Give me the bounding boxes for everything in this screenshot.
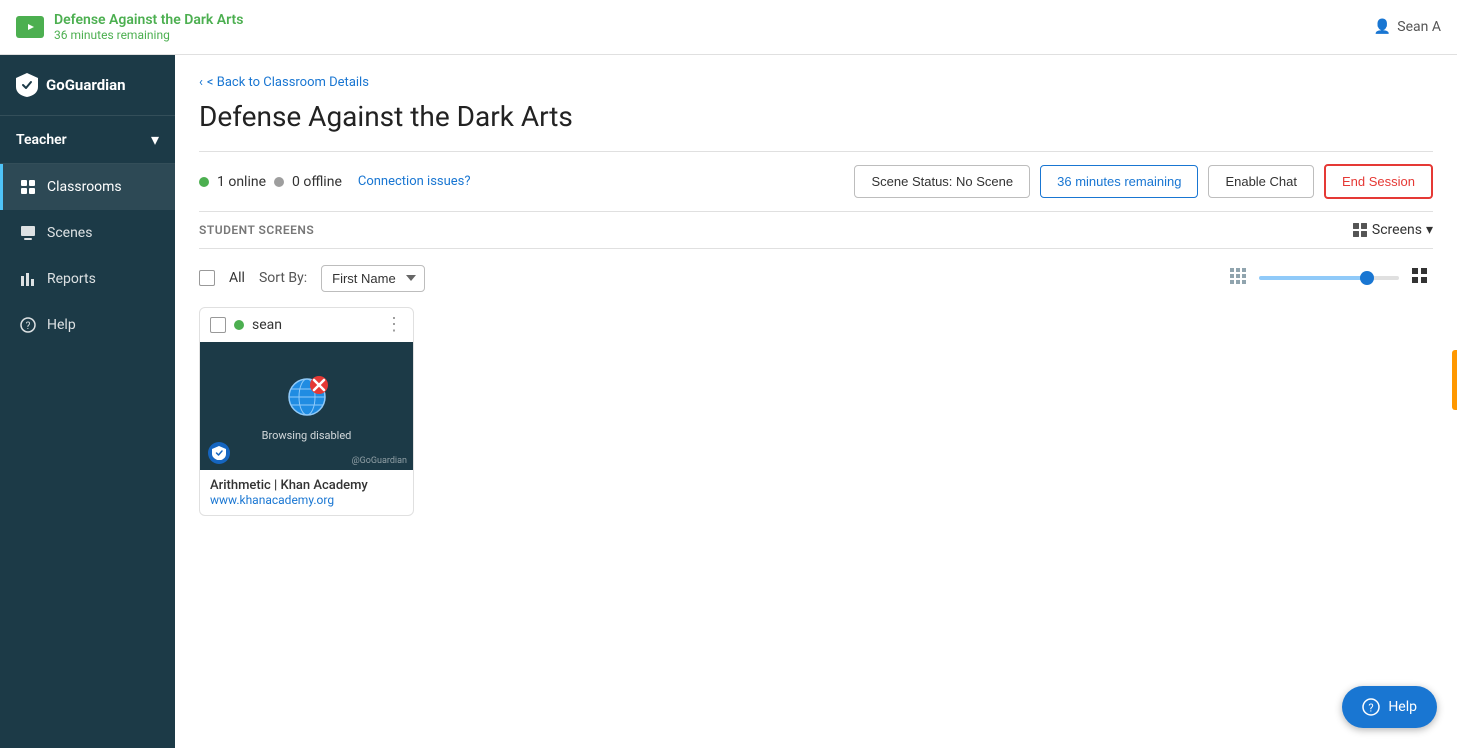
- student-menu-button[interactable]: ⋮: [385, 316, 403, 334]
- screens-header: STUDENT SCREENS Screens ▾: [199, 212, 1433, 249]
- time-remaining-button[interactable]: 36 minutes remaining: [1040, 165, 1198, 198]
- student-checkbox[interactable]: [210, 317, 226, 333]
- offline-count: 0 offline: [292, 174, 342, 190]
- help-fab-label: Help: [1388, 699, 1417, 715]
- online-indicator: [199, 177, 209, 187]
- topbar-left: Defense Against the Dark Arts 36 minutes…: [16, 12, 243, 42]
- sidebar-logo-text: GoGuardian: [46, 76, 126, 94]
- topbar-subtitle: 36 minutes remaining: [54, 28, 243, 42]
- orange-accent-bar: [1452, 350, 1457, 410]
- sidebar-item-reports[interactable]: Reports: [0, 256, 175, 302]
- sidebar: GoGuardian Teacher ▾ Classrooms Scenes R…: [0, 55, 175, 748]
- online-count: 1 online: [217, 174, 266, 190]
- classrooms-icon: [19, 178, 37, 196]
- student-screen[interactable]: Browsing disabled @GoGuardian: [200, 342, 413, 470]
- select-all-checkbox[interactable]: [199, 270, 215, 286]
- sidebar-item-scenes[interactable]: Scenes: [0, 210, 175, 256]
- sidebar-logo: GoGuardian: [0, 55, 175, 116]
- content-area: ‹ < Back to Classroom Details Defense Ag…: [175, 55, 1457, 748]
- status-bar-right: Scene Status: No Scene 36 minutes remain…: [854, 164, 1433, 199]
- student-name: sean: [252, 317, 282, 333]
- student-online-dot: [234, 320, 244, 330]
- back-to-classroom-link[interactable]: ‹ < Back to Classroom Details: [199, 75, 1433, 90]
- connection-issues-link[interactable]: Connection issues?: [358, 174, 471, 189]
- topbar: Defense Against the Dark Arts 36 minutes…: [0, 0, 1457, 55]
- scene-status-button[interactable]: Scene Status: No Scene: [854, 165, 1030, 198]
- topbar-right: 👤 Sean A: [1374, 19, 1441, 35]
- svg-text:?: ?: [26, 321, 31, 332]
- student-card-header: sean ⋮: [200, 308, 413, 342]
- topbar-title: Defense Against the Dark Arts: [54, 12, 243, 28]
- content-inner: ‹ < Back to Classroom Details Defense Ag…: [175, 55, 1457, 536]
- sort-select[interactable]: First Name Last Name: [321, 265, 425, 292]
- size-slider[interactable]: [1259, 276, 1399, 280]
- scenes-label: Scenes: [47, 225, 92, 241]
- student-card: sean ⋮: [199, 307, 414, 516]
- enable-chat-button[interactable]: Enable Chat: [1208, 165, 1314, 198]
- student-screens-label: STUDENT SCREENS: [199, 223, 314, 237]
- classrooms-label: Classrooms: [47, 179, 122, 195]
- reports-label: Reports: [47, 271, 96, 287]
- browsing-disabled-text: Browsing disabled: [262, 429, 352, 442]
- chevron-left-icon: ‹: [199, 75, 203, 90]
- sidebar-teacher-dropdown[interactable]: Teacher ▾: [0, 116, 175, 164]
- screens-dropdown[interactable]: Screens ▾: [1352, 222, 1433, 238]
- screens-dropdown-label: Screens: [1372, 222, 1422, 238]
- sidebar-teacher-label: Teacher: [16, 132, 67, 148]
- svg-text:?: ?: [1369, 702, 1374, 715]
- page-title: Defense Against the Dark Arts: [199, 100, 1433, 133]
- topbar-session-info: Defense Against the Dark Arts 36 minutes…: [54, 12, 243, 42]
- gg-watermark: @GoGuardian: [352, 456, 407, 466]
- screens-chevron-icon: ▾: [1426, 222, 1433, 238]
- sidebar-item-help[interactable]: ? Help: [0, 302, 175, 348]
- help-fab-button[interactable]: ? Help: [1342, 686, 1437, 728]
- view-controls: [1225, 263, 1433, 293]
- student-card-footer: Arithmetic | Khan Academy www.khanacadem…: [200, 470, 413, 515]
- students-grid: sean ⋮: [199, 307, 1433, 516]
- gg-badge: [208, 442, 230, 464]
- help-label: Help: [47, 317, 76, 333]
- topbar-username: Sean A: [1397, 19, 1441, 35]
- help-icon: ?: [19, 316, 37, 334]
- end-session-button[interactable]: End Session: [1324, 164, 1433, 199]
- grid-view-small-button[interactable]: [1225, 263, 1251, 293]
- student-site-url[interactable]: www.khanacademy.org: [210, 493, 403, 507]
- scenes-icon: [19, 224, 37, 242]
- grid-view-large-button[interactable]: [1407, 263, 1433, 293]
- student-card-left: sean: [210, 317, 282, 333]
- controls-bar: All Sort By: First Name Last Name: [199, 249, 1433, 307]
- chevron-down-icon: ▾: [151, 130, 159, 149]
- browsing-disabled-icon: [281, 371, 333, 423]
- status-bar: 1 online 0 offline Connection issues? Sc…: [199, 151, 1433, 212]
- back-link-text: < Back to Classroom Details: [207, 75, 369, 90]
- user-icon: 👤: [1374, 19, 1391, 35]
- sidebar-item-classrooms[interactable]: Classrooms: [0, 164, 175, 210]
- main-layout: GoGuardian Teacher ▾ Classrooms Scenes R…: [0, 55, 1457, 748]
- reports-icon: [19, 270, 37, 288]
- sort-by-label: Sort By:: [259, 270, 307, 286]
- student-site-title: Arithmetic | Khan Academy: [210, 478, 403, 493]
- all-label: All: [229, 270, 245, 286]
- session-icon: [16, 16, 44, 38]
- offline-indicator: [274, 177, 284, 187]
